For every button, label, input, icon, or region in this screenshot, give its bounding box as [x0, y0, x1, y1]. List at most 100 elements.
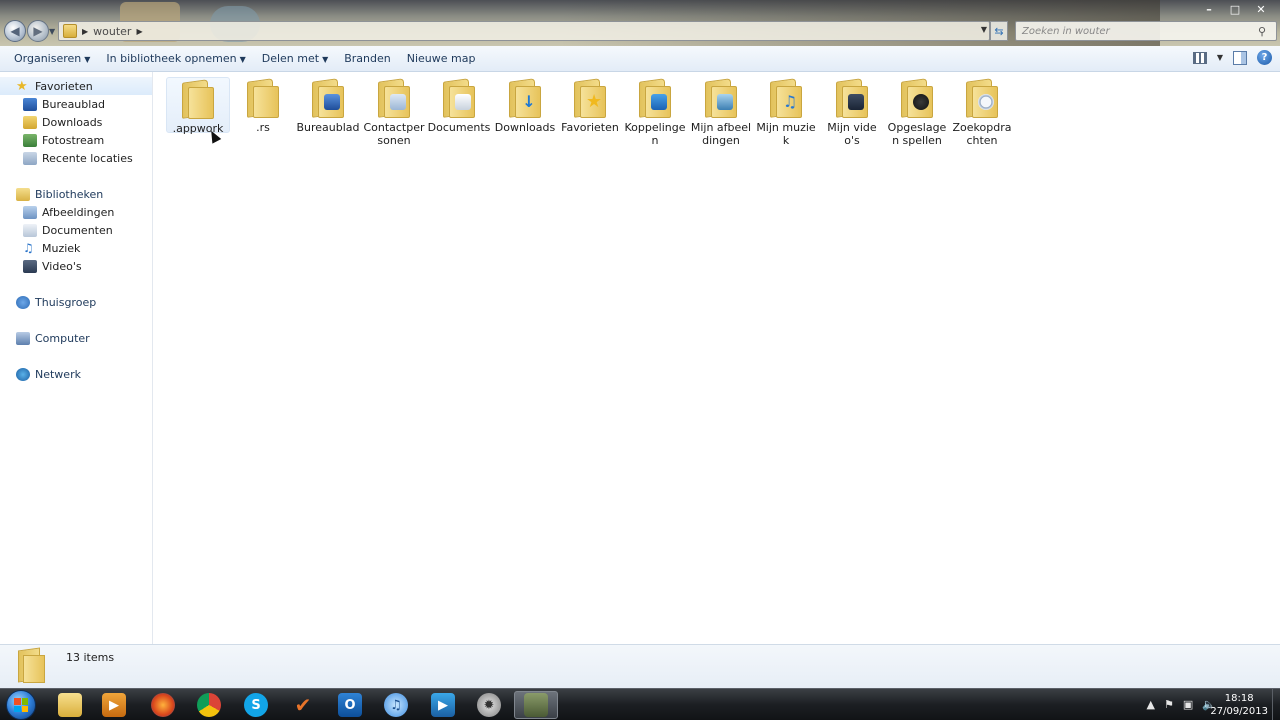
taskbar-app-media-player[interactable]: ▶ [92, 691, 136, 719]
homegroup-icon [16, 295, 30, 309]
folder-name: Mijn muziek [756, 121, 816, 147]
folder-item[interactable]: Documents [427, 77, 491, 134]
arrow-right-icon: ▶ [33, 24, 43, 38]
taskbar-app-game[interactable] [514, 691, 558, 719]
folder-item[interactable]: Opgeslage​n spellen [885, 77, 949, 147]
nav-item-desktop[interactable]: Bureaublad [23, 95, 105, 113]
burn-button[interactable]: Branden [336, 52, 399, 65]
folder-item[interactable]: Mijn video's [820, 77, 884, 147]
nav-item-recent-places[interactable]: Recente locaties [23, 149, 133, 167]
taskbar-app-itunes[interactable]: ♫ [374, 691, 418, 719]
chrome-icon [197, 693, 221, 717]
folder-item[interactable]: ↓ Downloads [493, 77, 557, 134]
folder-item[interactable]: ♫ Mijn muziek [754, 77, 818, 147]
nav-libraries[interactable]: Bibliotheken [16, 185, 103, 203]
window-controls: – □ ✕ [1196, 0, 1274, 18]
organize-menu[interactable]: Organiseren ▼ [6, 52, 98, 65]
folder-icon [63, 24, 77, 38]
address-bar[interactable]: ▶ wouter ▶ ▼ [58, 21, 990, 41]
show-desktop-button[interactable] [1272, 689, 1280, 720]
skype-icon: S [244, 693, 268, 717]
downloads-folder-icon: ↓ [509, 78, 541, 118]
taskbar-clock[interactable]: 18:18 27/09/2013 [1210, 692, 1268, 718]
folder-item[interactable]: .rs [231, 77, 295, 134]
share-with-label: Delen met [261, 52, 320, 65]
nav-item-downloads[interactable]: Downloads [23, 113, 102, 131]
search-icon[interactable]: ⚲ [1258, 25, 1276, 38]
search-input[interactable]: Zoeken in wouter ⚲ [1015, 21, 1277, 41]
nav-libraries-label: Bibliotheken [35, 187, 104, 201]
back-button[interactable]: ◀ [4, 20, 26, 42]
desktop-icon [23, 97, 37, 111]
nav-network-label: Netwerk [35, 367, 81, 381]
film-reel-icon: ✹ [477, 693, 501, 717]
help-icon[interactable]: ? [1257, 50, 1272, 65]
change-view-icon[interactable] [1192, 51, 1207, 64]
taskbar-app-chrome[interactable] [187, 691, 231, 719]
breadcrumb-arrow-icon[interactable]: ▶ [82, 27, 88, 36]
nav-item-label: Fotostream [42, 133, 105, 147]
nav-item-label: Downloads [42, 115, 103, 129]
refresh-button[interactable]: ⇆ [990, 21, 1008, 41]
nav-item-music[interactable]: ♫ Muziek [23, 239, 80, 257]
share-with-menu[interactable]: Delen met ▼ [254, 52, 336, 65]
folder-item[interactable]: Mijn afbeelding​en [689, 77, 753, 147]
folder-item[interactable]: Zoekopdra​chten [950, 77, 1014, 147]
taskbar-app-outlook[interactable]: O [328, 691, 372, 719]
nav-item-videos[interactable]: Video's [23, 257, 82, 275]
downloads-icon [23, 115, 37, 129]
desktop-folder-icon [312, 78, 344, 118]
folder-item[interactable]: Koppelinge​n [623, 77, 687, 147]
minimize-button[interactable]: – [1196, 0, 1222, 18]
clock-date: 27/09/2013 [1210, 706, 1268, 717]
nav-item-pictures[interactable]: Afbeeldingen [23, 203, 114, 221]
itunes-icon: ♫ [384, 693, 408, 717]
taskbar-app-explorer[interactable] [48, 691, 92, 719]
folder-item[interactable]: Bureaublad [296, 77, 360, 134]
forward-button[interactable]: ▶ [27, 20, 49, 42]
taskbar-app-skype[interactable]: S [234, 691, 278, 719]
videos-folder-icon [836, 78, 868, 118]
network-icon [16, 367, 30, 381]
clock-time: 18:18 [1224, 693, 1254, 704]
nav-favorites[interactable]: ★ Favorieten [0, 77, 152, 95]
organize-label: Organiseren [14, 52, 82, 65]
show-hidden-icons-icon[interactable]: ▲ [1147, 698, 1155, 711]
include-in-library-menu[interactable]: In bibliotheek opnemen ▼ [98, 52, 253, 65]
breadcrumb-arrow-icon[interactable]: ▶ [136, 27, 142, 36]
title-bar: – □ ✕ ◀ ▶ ▼ ▶ wouter ▶ ▼ ⇆ Zoeken in wou… [0, 0, 1280, 46]
nav-item-photostream[interactable]: Fotostream [23, 131, 104, 149]
command-bar: Organiseren ▼ In bibliotheek opnemen ▼ Del… [0, 46, 1280, 72]
favorites-folder-icon: ★ [574, 78, 606, 118]
folder-item[interactable]: .appwork [166, 77, 230, 135]
breadcrumb-item[interactable]: wouter [93, 25, 131, 38]
music-folder-icon: ♫ [770, 78, 802, 118]
folder-name: Opgeslage​n spellen [887, 121, 947, 147]
taskbar-app-firefox[interactable] [141, 691, 185, 719]
nav-homegroup[interactable]: Thuisgroep [16, 293, 96, 311]
taskbar-app-tasks[interactable]: ✔ [281, 691, 325, 719]
documents-icon [23, 223, 37, 237]
nav-computer[interactable]: Computer [16, 329, 90, 347]
address-dropdown-icon[interactable]: ▼ [981, 25, 987, 34]
nav-item-documents[interactable]: Documenten [23, 221, 113, 239]
network-status-icon[interactable]: ▣ [1183, 698, 1193, 711]
nav-item-label: Afbeeldingen [42, 205, 115, 219]
new-folder-button[interactable]: Nieuwe map [399, 52, 484, 65]
view-options-dropdown-icon[interactable]: ▼ [1217, 53, 1223, 62]
taskbar-app-video-editor[interactable]: ✹ [467, 691, 511, 719]
close-button[interactable]: ✕ [1248, 0, 1274, 18]
preview-pane-icon[interactable] [1233, 50, 1247, 65]
videos-icon [23, 259, 37, 273]
folder-item[interactable]: Contactpers​onen [362, 77, 426, 147]
action-center-flag-icon[interactable]: ⚑ [1164, 698, 1174, 711]
folder-item[interactable]: ★ Favorieten [558, 77, 622, 134]
taskbar-app-video-player[interactable]: ▶ [421, 691, 465, 719]
item-count: 13 items [66, 651, 115, 664]
start-button[interactable] [6, 690, 36, 720]
nav-favorites-label: Favorieten [35, 79, 93, 93]
computer-icon [16, 331, 30, 345]
maximize-button[interactable]: □ [1222, 0, 1248, 18]
recent-pages-dropdown[interactable]: ▼ [49, 27, 55, 36]
nav-network[interactable]: Netwerk [16, 365, 81, 383]
